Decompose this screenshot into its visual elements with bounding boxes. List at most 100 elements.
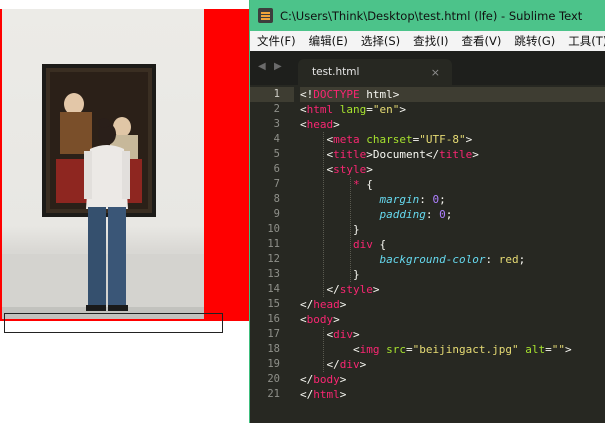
viewer-hair-bun — [98, 118, 110, 128]
gallery-image — [2, 9, 204, 319]
code-line[interactable]: </style> — [300, 282, 605, 297]
code-token: < — [300, 103, 307, 116]
code-line[interactable]: <head> — [300, 117, 605, 132]
code-token: "" — [551, 343, 565, 356]
code-token: < — [300, 148, 334, 161]
back-arrow-icon[interactable]: ◀ — [258, 61, 266, 72]
line-number: 6 — [273, 163, 280, 175]
close-icon[interactable]: × — [431, 66, 452, 79]
code-token: > — [359, 358, 367, 371]
line-number: 15 — [267, 298, 280, 310]
code-token: > — [339, 388, 347, 401]
code-token: charset — [359, 133, 413, 146]
code-token: > — [564, 343, 572, 356]
indent-guide — [323, 132, 325, 297]
code-token: > — [392, 88, 400, 101]
code-line[interactable]: <style> — [300, 162, 605, 177]
code-token: DOCTYPE — [313, 88, 360, 101]
code-area[interactable]: <!DOCTYPE html> <html lang="en"> <head> <m… — [300, 85, 605, 402]
code-token: Document — [372, 148, 426, 161]
code-line[interactable]: <!DOCTYPE html> — [300, 87, 605, 102]
code-line[interactable]: </html> — [300, 387, 605, 402]
code-line[interactable]: <body> — [300, 312, 605, 327]
line-number: 17 — [267, 328, 280, 340]
code-line[interactable]: background-color: red; — [300, 252, 605, 267]
line-number: 10 — [267, 223, 280, 235]
code-line[interactable]: </body> — [300, 372, 605, 387]
code-token: > — [366, 148, 373, 161]
code-token: = — [366, 103, 373, 116]
line-number: 20 — [267, 373, 280, 385]
code-line[interactable]: <title>Document</title> — [300, 147, 605, 162]
viewer-leg-left — [88, 207, 106, 307]
code-editor[interactable]: 1 2 3 4 5 6 7 8 9 10 11 12 13 14 15 16 17 18 19 20 21 <!DOCT… — [250, 85, 605, 423]
code-line[interactable]: padding: 0; — [300, 207, 605, 222]
annotation-outline-box — [4, 313, 223, 333]
code-token: 0 — [439, 208, 446, 221]
code-token: ; — [439, 193, 446, 206]
viewer-shoe-left — [86, 305, 106, 311]
title-bar[interactable]: C:\Users\Think\Desktop\test.html (lfe) -… — [250, 0, 605, 31]
code-token: src — [379, 343, 406, 356]
tab-label: test.html — [312, 66, 360, 78]
window-title: C:\Users\Think\Desktop\test.html (lfe) -… — [280, 8, 583, 23]
gallery-photo-illustration — [2, 64, 204, 319]
code-token: margin — [379, 193, 420, 206]
code-line[interactable]: <meta charset="UTF-8"> — [300, 132, 605, 147]
code-token: alt — [518, 343, 546, 356]
code-token: style — [333, 163, 367, 176]
menu-goto[interactable]: 跳转(G) — [507, 33, 561, 49]
code-token: head — [306, 118, 334, 131]
code-token: < — [300, 118, 307, 131]
code-token: </ — [300, 373, 314, 386]
code-token: < — [300, 328, 334, 341]
line-number: 14 — [267, 283, 280, 295]
code-token: html — [359, 88, 393, 101]
code-token: < — [300, 163, 334, 176]
code-token: > — [353, 328, 360, 341]
menu-tools[interactable]: 工具(T) — [561, 33, 605, 49]
sublime-app-icon — [258, 8, 273, 23]
code-line[interactable]: div { — [300, 237, 605, 252]
menu-view[interactable]: 查看(V) — [455, 33, 508, 49]
viewer-leg-right — [108, 207, 126, 307]
line-number: 16 — [267, 313, 280, 325]
code-line[interactable]: <html lang="en"> — [300, 102, 605, 117]
code-token: </ — [300, 298, 314, 311]
code-token: : — [425, 208, 440, 221]
code-line[interactable]: </head> — [300, 297, 605, 312]
code-token: > — [372, 283, 380, 296]
code-token: ; — [518, 253, 526, 266]
code-line[interactable]: margin: 0; — [300, 192, 605, 207]
code-line[interactable]: } — [300, 222, 605, 237]
code-token: head — [313, 298, 340, 311]
code-token: = — [545, 343, 552, 356]
code-line[interactable]: * { — [300, 177, 605, 192]
code-token: "en" — [372, 103, 400, 116]
code-token: </ — [300, 283, 340, 296]
menu-file[interactable]: 文件(F) — [250, 33, 302, 49]
tab-test-html[interactable]: test.html × — [298, 59, 452, 85]
code-token: meta — [333, 133, 360, 146]
line-number: 9 — [273, 208, 280, 220]
code-line[interactable]: <img src="beijingact.jpg" alt=""> — [300, 342, 605, 357]
code-line[interactable]: </div> — [300, 357, 605, 372]
line-number: 4 — [273, 133, 280, 145]
code-line[interactable]: <div> — [300, 327, 605, 342]
menu-edit[interactable]: 编辑(E) — [302, 33, 354, 49]
code-token: <! — [300, 88, 314, 101]
forward-arrow-icon[interactable]: ▶ — [274, 61, 282, 72]
menu-find[interactable]: 查找(I) — [406, 33, 454, 49]
sublime-window: C:\Users\Think\Desktop\test.html (lfe) -… — [249, 0, 605, 423]
code-token: title — [439, 148, 473, 161]
menu-selection[interactable]: 选择(S) — [354, 33, 406, 49]
code-token: background-color — [379, 253, 486, 266]
line-number: 12 — [267, 253, 280, 265]
code-token: { — [359, 178, 373, 191]
code-line[interactable]: } — [300, 267, 605, 282]
line-number: 5 — [273, 148, 280, 160]
